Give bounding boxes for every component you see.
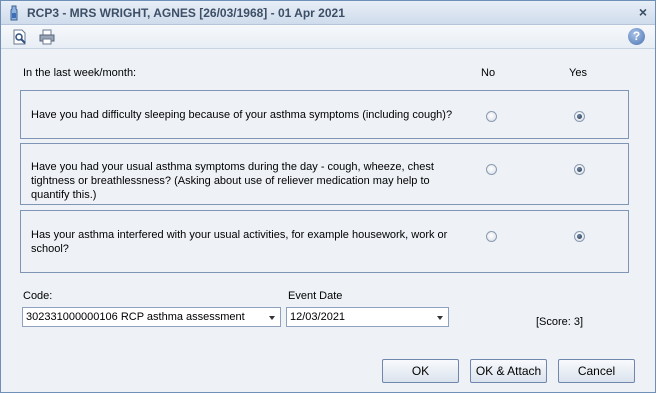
column-header-no: No	[481, 67, 496, 79]
event-date-label: Event Date	[288, 290, 343, 302]
radio-yes-q2[interactable]	[574, 164, 585, 175]
app-icon	[9, 5, 19, 21]
radio-no-q1[interactable]	[486, 111, 497, 122]
question-text-3: Has your asthma interfered with your usu…	[31, 229, 448, 255]
score-text: [Score: 3]	[536, 316, 584, 328]
dialog-content: In the last week/month: No Yes Have you …	[1, 50, 655, 392]
radio-yes-q3[interactable]	[574, 231, 585, 242]
radio-yes-q1[interactable]	[574, 111, 585, 122]
chevron-down-icon	[437, 316, 443, 320]
cancel-button[interactable]: Cancel	[558, 359, 635, 383]
radio-no-q3[interactable]	[486, 231, 497, 242]
event-date-value: 12/03/2021	[290, 311, 346, 323]
close-icon[interactable]: ×	[639, 5, 647, 19]
help-icon[interactable]: ?	[628, 28, 645, 45]
ok-button[interactable]: OK	[382, 359, 459, 383]
question-box-2: Have you had your usual asthma symptoms …	[20, 143, 629, 205]
question-text-2: Have you had your usual asthma symptoms …	[31, 161, 434, 201]
print-icon[interactable]	[38, 28, 56, 46]
code-dropdown[interactable]: 302331000000106 RCP asthma assessment	[22, 307, 281, 327]
event-date-picker[interactable]: 12/03/2021	[286, 307, 449, 327]
preview-icon[interactable]	[11, 28, 29, 46]
code-label: Code:	[23, 290, 53, 302]
chevron-down-icon	[269, 316, 275, 320]
intro-label: In the last week/month:	[23, 67, 137, 79]
code-value: 302331000000106 RCP asthma assessment	[26, 311, 245, 323]
ok-attach-button[interactable]: OK & Attach	[470, 359, 547, 383]
rcp3-dialog: RCP3 - MRS WRIGHT, AGNES [26/03/1968] - …	[0, 0, 656, 393]
toolbar: ?	[1, 25, 655, 49]
title-bar: RCP3 - MRS WRIGHT, AGNES [26/03/1968] - …	[1, 1, 655, 25]
window-title: RCP3 - MRS WRIGHT, AGNES [26/03/1968] - …	[27, 6, 345, 20]
question-box-3: Has your asthma interfered with your usu…	[20, 210, 629, 273]
question-box-1: Have you had difficulty sleeping because…	[20, 90, 629, 139]
question-text-1: Have you had difficulty sleeping because…	[31, 109, 453, 121]
column-header-yes: Yes	[569, 67, 587, 79]
radio-no-q2[interactable]	[486, 164, 497, 175]
